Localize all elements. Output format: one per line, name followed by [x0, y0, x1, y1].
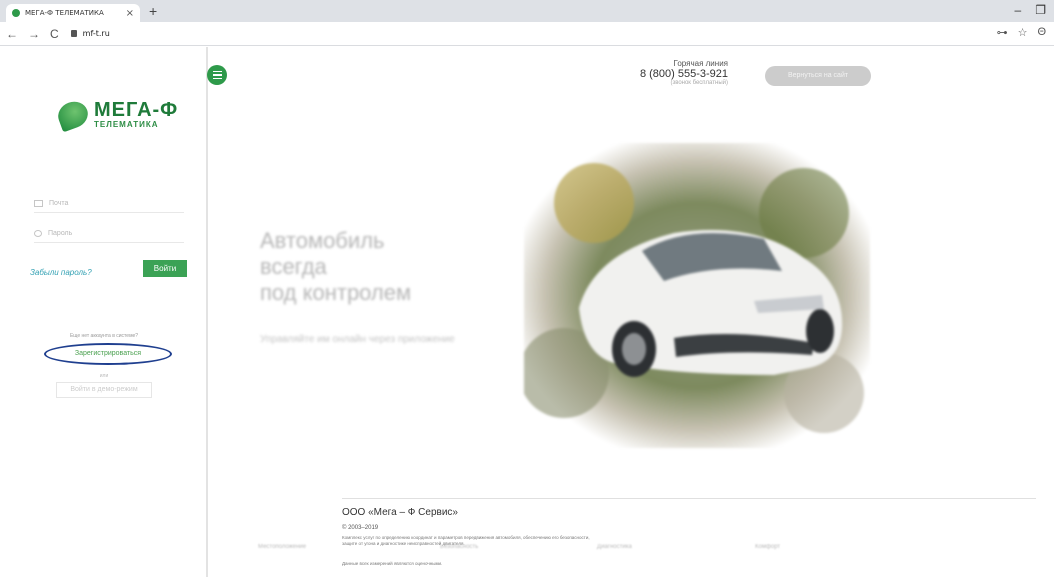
envelope-icon [34, 200, 43, 207]
url-field[interactable]: mf-t.ru [70, 29, 110, 38]
forgot-password-link[interactable]: Забыли пароль? [30, 268, 92, 277]
back-to-site-button[interactable]: Вернуться на сайт [765, 66, 871, 86]
password-field[interactable]: Пароль [34, 225, 184, 243]
car-hero-image [524, 143, 870, 448]
footer-link-security[interactable]: Безопасность [440, 544, 478, 550]
restore-icon[interactable]: ❐ [1035, 3, 1046, 17]
hamburger-icon [212, 70, 222, 73]
footer-divider [342, 498, 1036, 499]
back-icon[interactable]: ← [6, 27, 18, 41]
account-icon[interactable]: Θ [1037, 26, 1046, 39]
password-placeholder: Пароль [48, 230, 73, 237]
star-icon[interactable]: ☆ [1018, 26, 1028, 39]
forward-icon[interactable]: → [28, 27, 40, 41]
logo-leaf-icon [54, 97, 92, 132]
login-sidebar: МЕГА-Ф ТЕЛЕМАТИКА Почта Пароль Забыли па… [0, 47, 208, 577]
footer-link-diagnostics[interactable]: Диагностика [597, 544, 632, 550]
menu-button[interactable] [207, 65, 227, 85]
email-field[interactable]: Почта [34, 195, 184, 213]
hero-subtitle: Управляйте им онлайн через приложение [260, 334, 455, 345]
logo-subtitle: ТЕЛЕМАТИКА [94, 120, 159, 129]
hero-line-1: Автомобиль [260, 228, 385, 253]
browser-tab-bar: МЕГА-Ф ТЕЛЕМАТИКА × + – ❐ [0, 0, 1054, 22]
browser-tab[interactable]: МЕГА-Ф ТЕЛЕМАТИКА × [6, 4, 140, 22]
hotline-title: Горячая линия [673, 59, 728, 68]
tab-title: МЕГА-Ф ТЕЛЕМАТИКА [25, 9, 104, 17]
hotline-phone[interactable]: 8 (800) 555-3-921 [628, 68, 728, 80]
reload-icon[interactable]: C [50, 27, 59, 41]
logo: МЕГА-Ф ТЕЛЕМАТИКА [54, 97, 179, 132]
hotline-free-note: (звонок бесплатный) [670, 80, 728, 86]
url-text: mf-t.ru [82, 29, 110, 38]
email-placeholder: Почта [49, 200, 69, 207]
nav-controls: ← → C [6, 27, 59, 41]
lock-icon [70, 30, 77, 37]
or-text: или [99, 373, 109, 379]
minimize-icon[interactable]: – [1015, 3, 1022, 17]
new-tab-icon[interactable]: + [149, 3, 157, 19]
logo-name: МЕГА-Ф [94, 99, 179, 121]
hero-line-2: всегда [260, 254, 327, 279]
favicon-icon [12, 9, 20, 17]
hotline-block: Горячая линия 8 (800) 555-3-921 (звонок … [628, 59, 728, 86]
key-icon[interactable]: ⊶ [997, 26, 1008, 39]
key-icon [34, 230, 42, 237]
hero-title: Автомобиль всегда под контролем [260, 228, 411, 306]
measurement-note: Данные всех измерений являются оценочным… [342, 561, 443, 566]
copyright-years: © 2003–2019 [342, 525, 379, 531]
hero-line-3: под контролем [260, 280, 412, 305]
tab-close-icon[interactable]: × [126, 8, 134, 19]
address-bar: ← → C mf-t.ru ⊶ ☆ Θ [0, 22, 1054, 46]
footer-link-location[interactable]: Местоположение [258, 544, 306, 550]
window-controls: – ❐ [1015, 3, 1046, 17]
footer-link-comfort[interactable]: Комфорт [755, 544, 780, 550]
demo-mode-button[interactable]: Войти в демо-режим [56, 382, 152, 398]
address-bar-icons: ⊶ ☆ Θ [997, 26, 1046, 39]
company-name: ООО «Мега – Ф Сервис» [342, 507, 458, 518]
no-account-text: Еще нет аккаунта в системе? [69, 333, 139, 339]
register-link[interactable]: Зарегистрироваться [44, 343, 172, 365]
login-button[interactable]: Войти [143, 260, 187, 277]
